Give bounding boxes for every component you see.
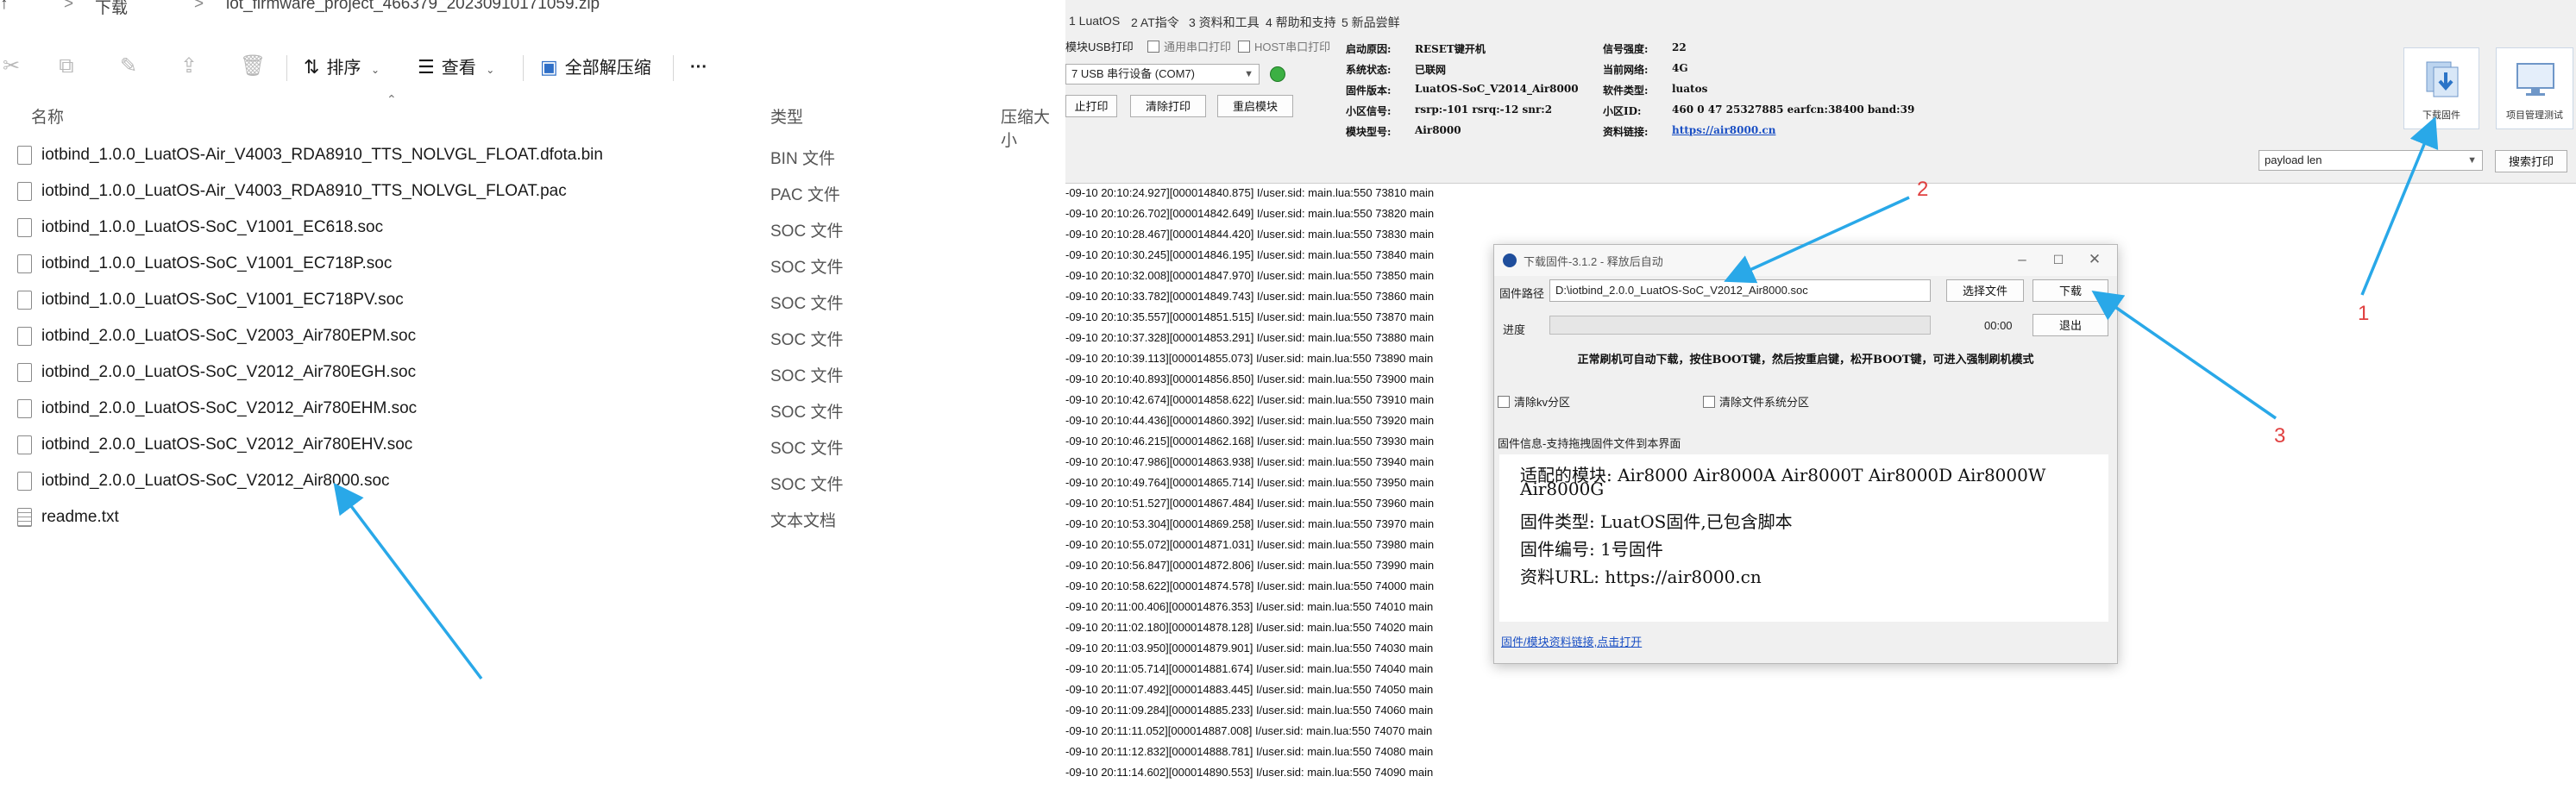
annotation-arrow-2 (1724, 196, 1910, 284)
annotation-number-3: 3 (2274, 424, 2286, 448)
annotation-number-1: 1 (2358, 302, 2370, 325)
annotation-arrow-1 (2360, 116, 2439, 296)
annotation-number-2: 2 (1917, 178, 1929, 201)
annotation-arrow-file (333, 482, 483, 680)
annotation-overlay (333, 116, 2439, 680)
annotation-arrow-3 (2091, 291, 2277, 420)
